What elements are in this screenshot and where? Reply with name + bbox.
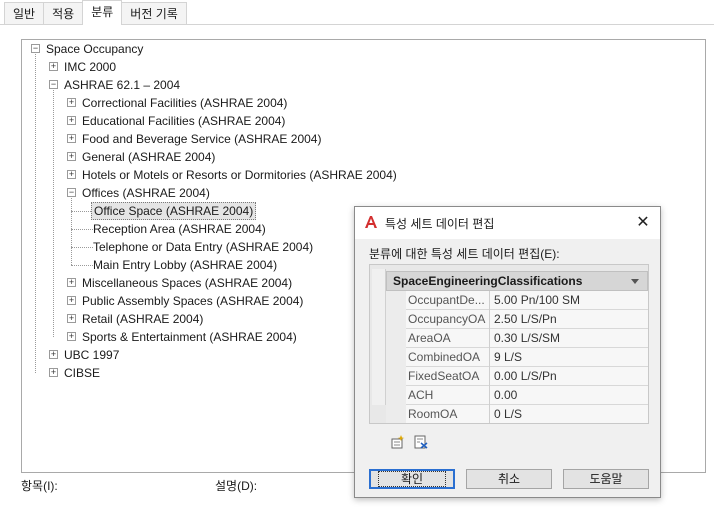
tab-strip: 일반 적용 분류 버전 기록 — [4, 0, 187, 25]
grid-row-indent — [386, 310, 406, 329]
tree-item-label: Main Entry Lobby (ASHRAE 2004) — [93, 258, 278, 272]
property-row[interactable]: FixedSeatOA 0.00 L/S/Pn — [406, 367, 648, 386]
expand-icon[interactable]: + — [67, 332, 76, 341]
ok-button-label: 확인 — [377, 471, 447, 487]
expand-icon[interactable]: + — [67, 314, 76, 323]
tree-item-label: Miscellaneous Spaces (ASHRAE 2004) — [82, 276, 293, 290]
tree-connector — [71, 247, 93, 248]
property-value[interactable]: 0 L/S — [492, 405, 522, 423]
tree-connector — [71, 265, 93, 266]
tree-item-label: Office Space (ASHRAE 2004) — [91, 202, 257, 220]
property-row[interactable]: RoomOA 0 L/S — [406, 405, 648, 423]
property-value[interactable]: 5.00 Pn/100 SM — [492, 291, 580, 310]
tree-item-label: Offices (ASHRAE 2004) — [82, 186, 210, 200]
property-row[interactable]: OccupantDe... 5.00 Pn/100 SM — [406, 291, 648, 310]
property-value[interactable]: 2.50 L/S/Pn — [492, 310, 557, 329]
property-set-header[interactable]: SpaceEngineeringClassifications — [386, 271, 648, 291]
cancel-button[interactable]: 취소 — [466, 469, 552, 489]
tab-applies-to[interactable]: 적용 — [43, 2, 84, 24]
remove-property-set-icon[interactable] — [414, 435, 428, 449]
grid-row-indent — [386, 405, 406, 423]
property-set-name: SpaceEngineeringClassifications — [393, 274, 583, 288]
tree-item-label: Food and Beverage Service (ASHRAE 2004) — [82, 132, 322, 146]
expand-icon[interactable]: + — [49, 368, 58, 377]
tab-classification[interactable]: 분류 — [82, 0, 123, 25]
tree-connector — [71, 211, 93, 212]
tree-item-label: Public Assembly Spaces (ASHRAE 2004) — [82, 294, 304, 308]
property-row[interactable]: OccupancyOA 2.50 L/S/Pn — [406, 310, 648, 329]
tree-item-label: Retail (ASHRAE 2004) — [82, 312, 204, 326]
dialog-title-bar: 특성 세트 데이터 편집 ✕ — [355, 207, 660, 239]
tree-item-label: Sports & Entertainment (ASHRAE 2004) — [82, 330, 297, 344]
tree-item-label: Reception Area (ASHRAE 2004) — [93, 222, 266, 236]
tree-item-label: IMC 2000 — [64, 60, 117, 74]
expand-icon[interactable]: + — [67, 152, 76, 161]
grid-row-indent — [386, 329, 406, 348]
property-name: OccupantDe... — [406, 291, 490, 310]
close-icon: ✕ — [636, 214, 650, 231]
item-label: 항목(I): — [21, 479, 58, 493]
tree-item-label: Correctional Facilities (ASHRAE 2004) — [82, 96, 288, 110]
autocad-app-icon — [365, 216, 377, 228]
tree-item-label: Space Occupancy — [46, 42, 144, 56]
tree-connector — [53, 90, 54, 337]
expand-icon[interactable]: + — [67, 134, 76, 143]
tree-item-label: General (ASHRAE 2004) — [82, 150, 216, 164]
expand-icon[interactable]: + — [49, 62, 58, 71]
ok-button[interactable]: 확인 — [369, 469, 455, 489]
grid-row-indent — [386, 386, 406, 405]
property-row[interactable]: ACH 0.00 — [406, 386, 648, 405]
chevron-down-icon[interactable] — [631, 279, 639, 284]
dialog-title: 특성 세트 데이터 편집 — [385, 217, 495, 231]
property-value[interactable]: 0.00 L/S/Pn — [492, 367, 557, 386]
property-value[interactable]: 9 L/S — [492, 348, 522, 367]
property-value[interactable]: 0.30 L/S/SM — [492, 329, 560, 348]
expand-icon[interactable]: + — [67, 170, 76, 179]
property-name: AreaOA — [406, 329, 490, 348]
tree-connector — [71, 229, 93, 230]
expand-icon[interactable]: + — [67, 278, 76, 287]
add-property-set-icon[interactable] — [391, 435, 405, 449]
tree-item-label: Educational Facilities (ASHRAE 2004) — [82, 114, 286, 128]
tree-connector — [35, 54, 36, 373]
grid-row-indent — [386, 291, 406, 310]
expand-icon[interactable]: + — [49, 350, 58, 359]
collapse-icon[interactable]: − — [67, 188, 76, 197]
expand-icon[interactable]: + — [67, 116, 76, 125]
property-name: CombinedOA — [406, 348, 490, 367]
tree-item-label: Hotels or Motels or Resorts or Dormitori… — [82, 168, 397, 182]
property-name: ACH — [406, 386, 490, 405]
property-name: OccupancyOA — [406, 310, 490, 329]
grid-row-indent — [386, 348, 406, 367]
property-row[interactable]: AreaOA 0.30 L/S/SM — [406, 329, 648, 348]
property-grid[interactable]: SpaceEngineeringClassifications Occupant… — [369, 264, 649, 424]
property-name: RoomOA — [406, 405, 490, 423]
property-name: FixedSeatOA — [406, 367, 490, 386]
property-value[interactable]: 0.00 — [492, 386, 517, 405]
expand-icon[interactable]: + — [67, 296, 76, 305]
grid-side-bar — [372, 269, 386, 405]
tree-item-label: CIBSE — [64, 366, 101, 380]
help-button[interactable]: 도움말 — [563, 469, 649, 489]
tree-connector — [71, 198, 72, 265]
tree-item-label: Telephone or Data Entry (ASHRAE 2004) — [93, 240, 314, 254]
collapse-icon[interactable]: − — [49, 80, 58, 89]
tree-item-label: UBC 1997 — [64, 348, 120, 362]
expand-icon[interactable]: + — [67, 98, 76, 107]
close-button[interactable]: ✕ — [632, 212, 654, 234]
tab-general[interactable]: 일반 — [4, 2, 45, 24]
tab-version-history[interactable]: 버전 기록 — [121, 2, 187, 24]
dialog-subtitle: 분류에 대한 특성 세트 데이터 편집(E): — [369, 247, 560, 261]
edit-property-set-data-dialog: 특성 세트 데이터 편집 ✕ 분류에 대한 특성 세트 데이터 편집(E): S… — [354, 206, 661, 498]
grid-row-indent — [386, 367, 406, 386]
tree-item-label: ASHRAE 62.1 – 2004 — [64, 78, 181, 92]
property-row[interactable]: CombinedOA 9 L/S — [406, 348, 648, 367]
description-label: 설명(D): — [215, 479, 258, 493]
collapse-icon[interactable]: − — [31, 44, 40, 53]
